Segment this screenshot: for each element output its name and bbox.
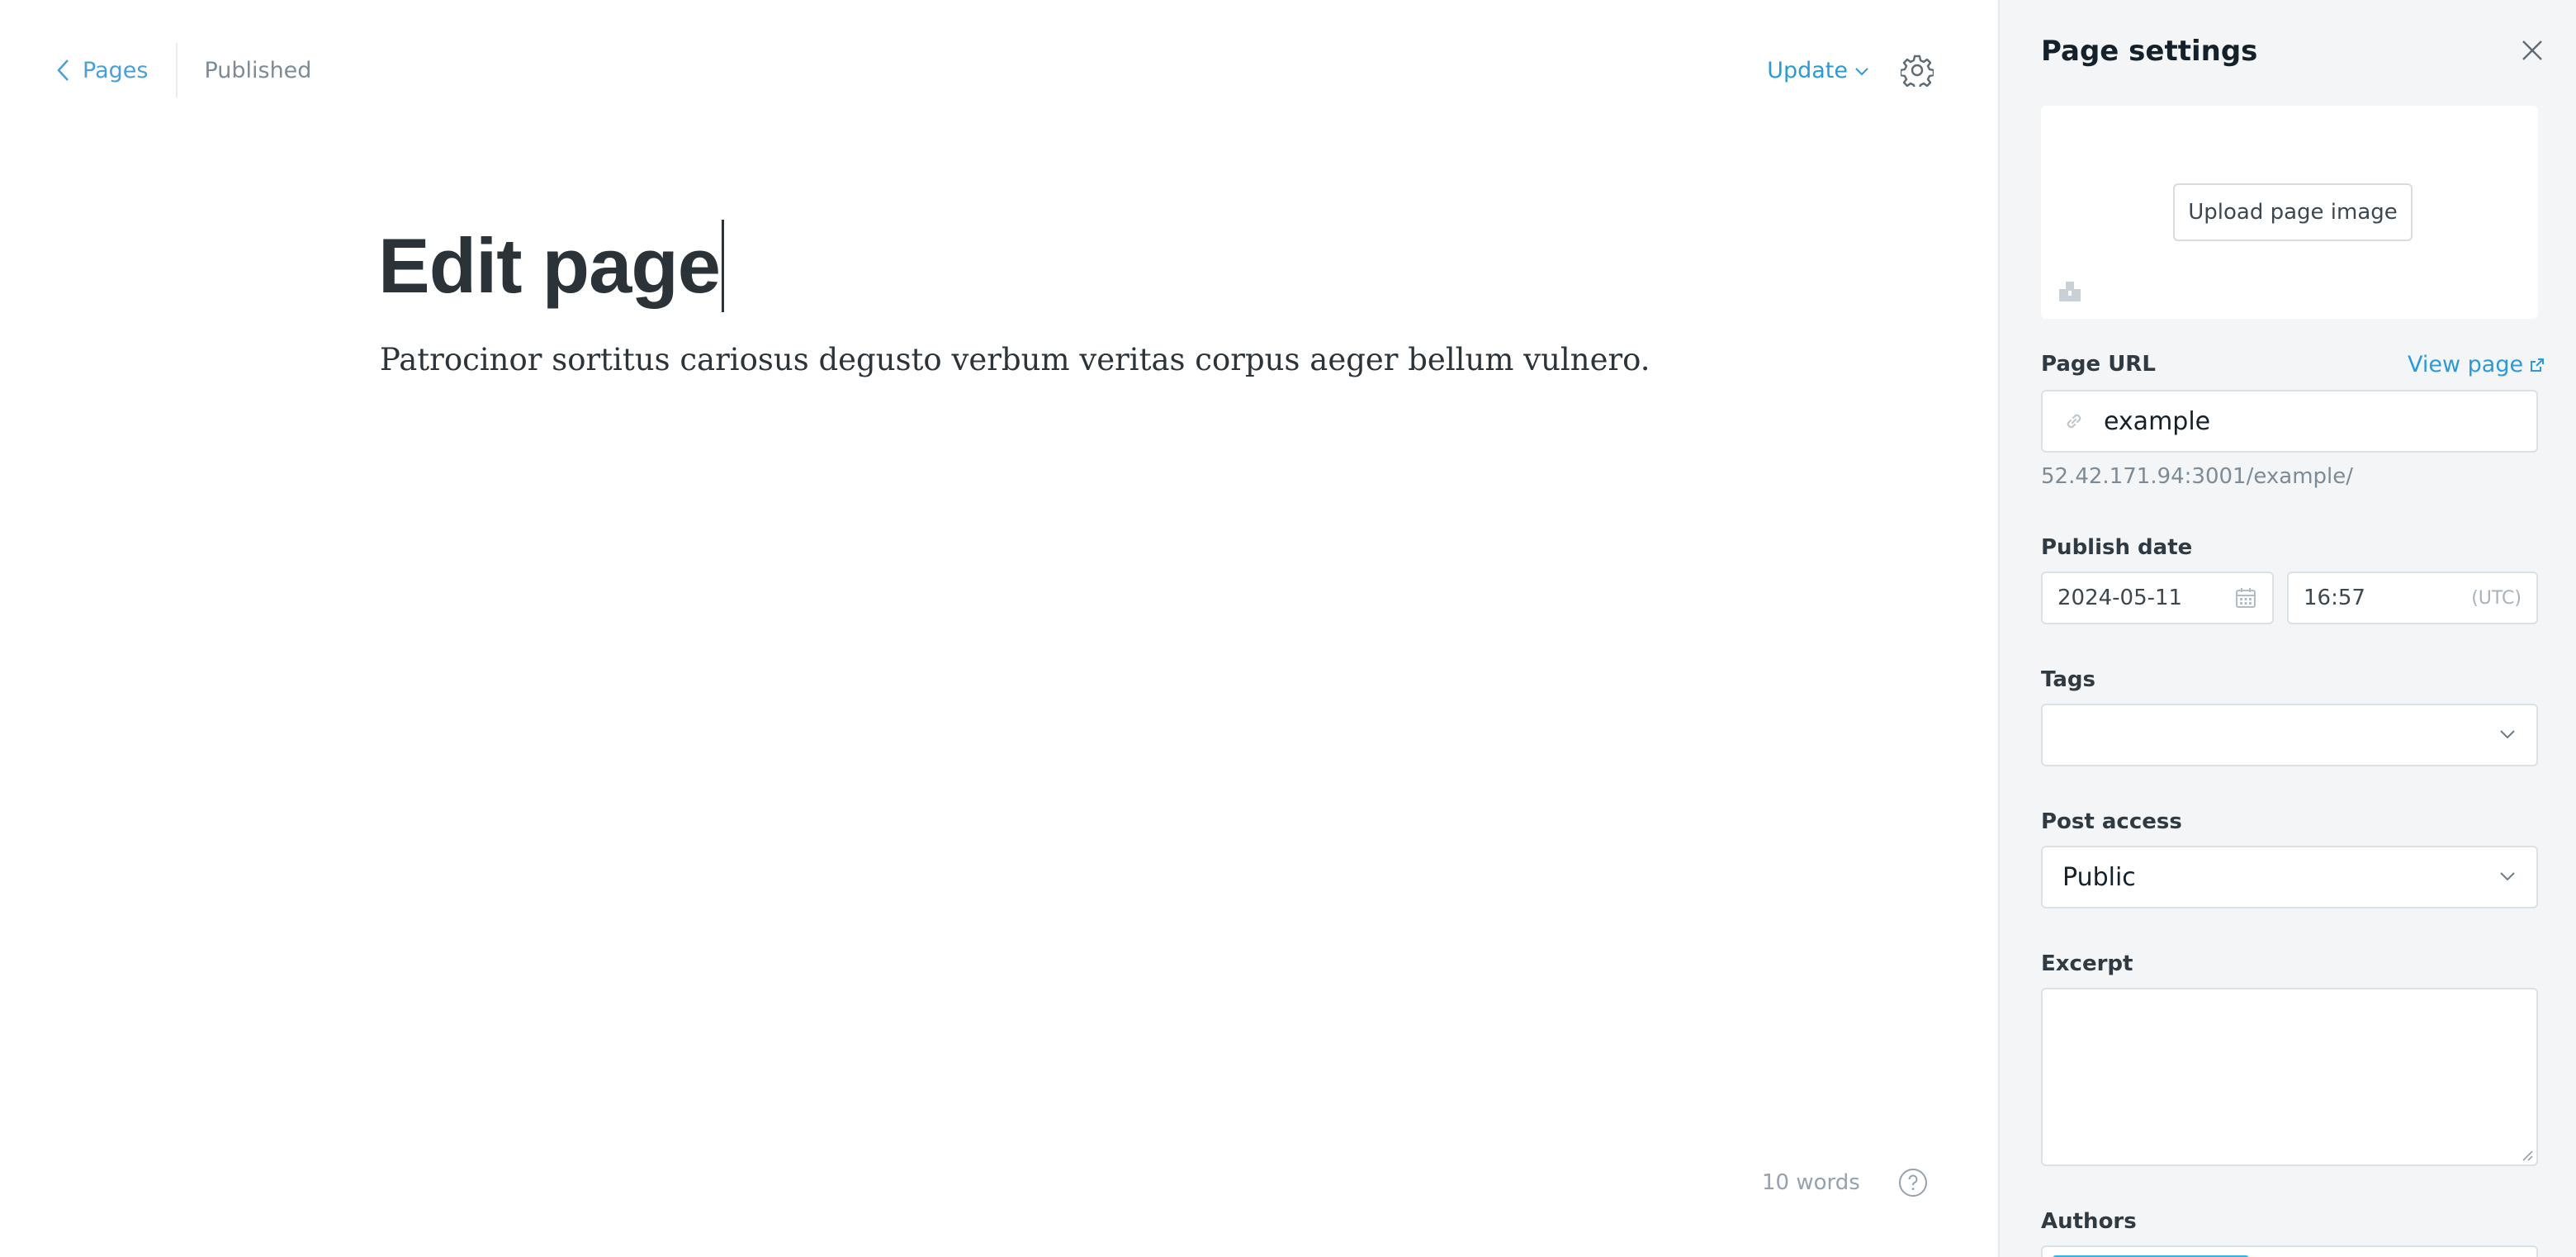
page-title[interactable]: Edit page	[378, 216, 725, 315]
view-page-label: View page	[2408, 352, 2524, 377]
chevron-left-icon	[57, 59, 69, 81]
excerpt-textarea[interactable]	[2041, 988, 2538, 1166]
tags-label: Tags	[2041, 667, 2096, 692]
text-cursor	[722, 220, 725, 312]
external-link-icon	[2531, 358, 2545, 372]
tags-select[interactable]	[2041, 704, 2538, 766]
excerpt-label: Excerpt	[2041, 951, 2133, 976]
post-access-label: Post access	[2041, 809, 2182, 834]
publish-time-input[interactable]: 16:57 (UTC)	[2287, 572, 2538, 624]
timezone-label: (UTC)	[2471, 587, 2522, 609]
chevron-down-icon	[2500, 730, 2515, 739]
page-settings-panel: Page settings Upload page image Page URL…	[1998, 0, 2576, 1257]
upload-page-image-button[interactable]: Upload page image	[2173, 183, 2413, 241]
resize-handle-icon[interactable]	[2520, 1148, 2533, 1161]
status-label: Published	[204, 57, 312, 83]
post-access-value: Public	[2062, 862, 2136, 892]
view-page-link[interactable]: View page	[2408, 352, 2545, 377]
panel-title: Page settings	[2041, 35, 2258, 68]
publish-date-label: Publish date	[2041, 535, 2193, 560]
help-icon[interactable]	[1898, 1168, 1928, 1198]
publish-time-value: 16:57	[2304, 586, 2365, 610]
editor-topbar-left: Pages Published	[54, 43, 311, 97]
page-url-hint: 52.42.171.94:3001/example/	[2041, 464, 2354, 489]
word-count: 10 words	[1762, 1170, 1860, 1195]
editor-area: Pages Published Update Edit page Patroci…	[0, 0, 1998, 1257]
page-body[interactable]: Patrocinor sortitus cariosus degusto ver…	[380, 342, 1650, 377]
publish-date-value: 2024-05-11	[2057, 586, 2183, 610]
page-url-value: example	[2104, 406, 2211, 436]
authors-label: Authors	[2041, 1209, 2137, 1234]
close-icon[interactable]	[2520, 38, 2545, 63]
calendar-icon[interactable]	[2234, 586, 2257, 610]
page-title-text: Edit page	[378, 222, 721, 309]
chevron-down-icon	[2500, 872, 2515, 881]
post-access-select[interactable]: Public	[2041, 846, 2538, 908]
page-image-dropzone[interactable]: Upload page image	[2041, 106, 2538, 319]
image-icon	[2059, 282, 2081, 301]
gear-icon[interactable]	[1901, 54, 1934, 87]
authors-input[interactable]	[2041, 1245, 2538, 1257]
chevron-down-icon	[1855, 68, 1868, 76]
update-button-label: Update	[1767, 57, 1848, 83]
editor-footer: 10 words	[1762, 1168, 1928, 1198]
editor-topbar-right: Update	[1767, 48, 1934, 92]
page-url-input[interactable]: example	[2041, 390, 2538, 453]
update-button[interactable]: Update	[1767, 58, 1869, 83]
back-to-pages-link[interactable]: Pages	[54, 58, 148, 83]
back-link-label: Pages	[83, 57, 149, 83]
divider	[176, 43, 178, 97]
link-icon	[2067, 414, 2081, 429]
page-url-label: Page URL	[2041, 352, 2156, 377]
publish-date-input[interactable]: 2024-05-11	[2041, 572, 2274, 624]
